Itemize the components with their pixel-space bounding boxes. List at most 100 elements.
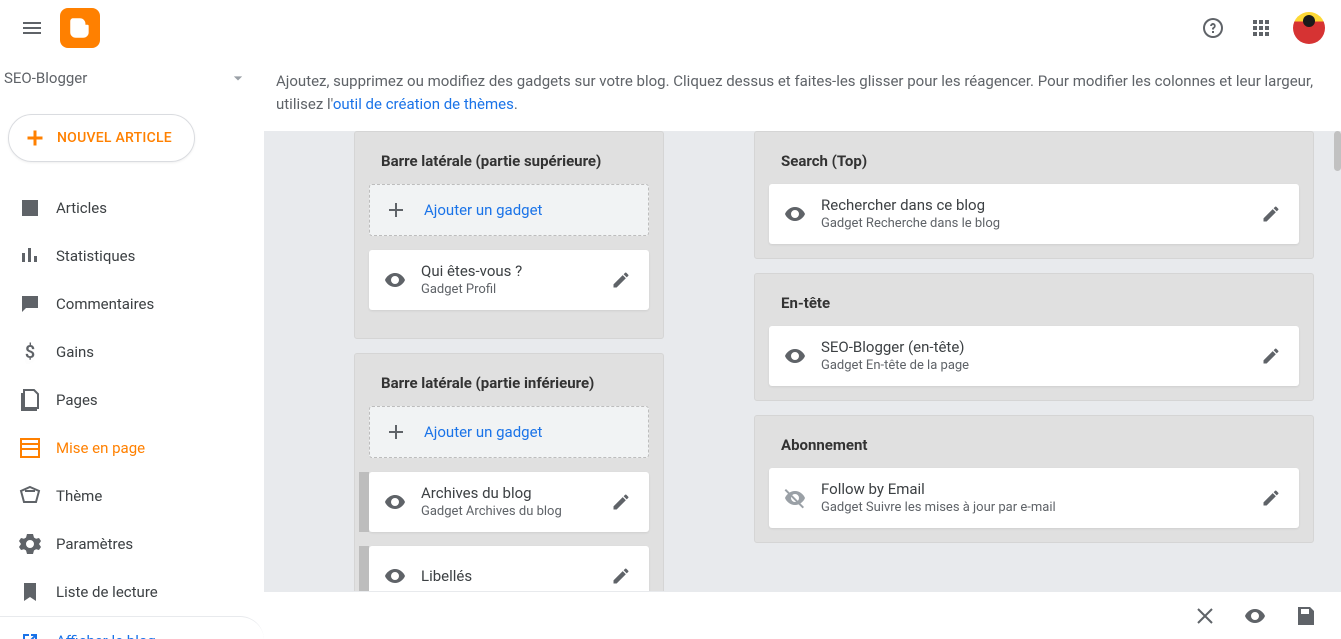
nav-label: Paramètres	[56, 535, 133, 553]
open-external-icon	[18, 629, 42, 639]
edit-gadget-button[interactable]	[603, 558, 639, 594]
nav-pages[interactable]: Pages	[0, 376, 264, 424]
visibility-icon	[383, 268, 407, 292]
nav-stats[interactable]: Statistiques	[0, 232, 264, 280]
blogger-logo-icon	[67, 15, 93, 41]
edit-gadget-button[interactable]	[603, 262, 639, 298]
dollar-icon: $	[18, 340, 42, 364]
gadget-title: SEO-Blogger (en-tête)	[821, 338, 1253, 356]
gadget-search[interactable]: Rechercher dans ce blog Gadget Recherche…	[769, 184, 1299, 244]
nav-earnings[interactable]: $ Gains	[0, 328, 264, 376]
nav-layout[interactable]: Mise en page	[0, 424, 264, 472]
gadget-subtitle: Gadget Archives du blog	[421, 504, 603, 519]
nav-label: Liste de lecture	[56, 583, 158, 601]
main: Ajoutez, supprimez ou modifiez des gadge…	[264, 56, 1341, 639]
chevron-down-icon	[228, 68, 248, 88]
nav: Articles Statistiques Commentaires $ Gai…	[0, 184, 264, 639]
user-avatar[interactable]	[1293, 12, 1325, 44]
nav-label: Afficher le blog	[56, 632, 156, 639]
edit-gadget-button[interactable]	[603, 484, 639, 520]
edit-gadget-button[interactable]	[1253, 196, 1289, 232]
pencil-icon	[611, 492, 631, 512]
plus-icon	[23, 126, 47, 150]
save-button[interactable]	[1283, 594, 1327, 638]
help-icon	[1201, 16, 1225, 40]
nav-label: Commentaires	[56, 295, 154, 313]
svg-text:$: $	[25, 342, 35, 363]
nav-theme[interactable]: Thème	[0, 472, 264, 520]
edit-gadget-button[interactable]	[1253, 338, 1289, 374]
gadget-title: Follow by Email	[821, 480, 1253, 498]
gadget-profile[interactable]: Qui êtes-vous ? Gadget Profil	[369, 250, 649, 310]
preview-button[interactable]	[1233, 594, 1277, 638]
articles-icon	[18, 196, 42, 220]
bookmark-icon	[18, 580, 42, 604]
add-gadget-button[interactable]: Ajouter un gadget	[369, 406, 649, 458]
new-post-button[interactable]: NOUVEL ARTICLE	[8, 114, 195, 162]
visibility-icon	[783, 202, 807, 226]
nav-label: Mise en page	[56, 439, 145, 457]
section-search-top: Search (Top) Rechercher dans ce blog Gad…	[754, 131, 1314, 259]
pages-icon	[18, 388, 42, 412]
gadget-archives[interactable]: Archives du blog Gadget Archives du blog	[369, 472, 649, 532]
gadget-title: Archives du blog	[421, 484, 603, 502]
intro-after: .	[514, 95, 518, 113]
blogger-logo[interactable]	[60, 8, 100, 48]
nav-settings[interactable]: Paramètres	[0, 520, 264, 568]
section-sidebar-top: Barre latérale (partie supérieure) Ajout…	[354, 131, 664, 339]
apps-icon	[1249, 16, 1273, 40]
comments-icon	[18, 292, 42, 316]
gear-icon	[18, 532, 42, 556]
gadget-follow-email[interactable]: Follow by Email Gadget Suivre les mises …	[769, 468, 1299, 528]
plus-icon	[384, 420, 408, 444]
plus-icon	[384, 198, 408, 222]
section-title: En-tête	[769, 290, 1299, 326]
section-title: Search (Top)	[769, 148, 1299, 184]
scrollbar[interactable]	[1334, 131, 1341, 171]
save-icon	[1293, 604, 1317, 628]
gadget-title: Qui êtes-vous ?	[421, 262, 603, 280]
gadget-subtitle: Gadget Profil	[421, 282, 603, 297]
nav-comments[interactable]: Commentaires	[0, 280, 264, 328]
intro-text: Ajoutez, supprimez ou modifiez des gadge…	[264, 56, 1341, 131]
gadget-title: Rechercher dans ce blog	[821, 196, 1253, 214]
add-gadget-label: Ajouter un gadget	[424, 423, 542, 441]
nav-reading[interactable]: Liste de lecture	[0, 568, 264, 616]
cancel-button[interactable]	[1183, 594, 1227, 638]
sidebar: SEO-Blogger NOUVEL ARTICLE Articles Stat…	[0, 56, 264, 639]
gadget-subtitle: Gadget Suivre les mises à jour par e-mai…	[821, 500, 1253, 515]
visibility-icon	[383, 490, 407, 514]
blog-name: SEO-Blogger	[4, 69, 228, 87]
gadget-title: Libellés	[421, 567, 603, 585]
theme-designer-link[interactable]: outil de création de thèmes	[333, 95, 514, 113]
section-title: Abonnement	[769, 432, 1299, 468]
visibility-icon	[383, 564, 407, 588]
edit-gadget-button[interactable]	[1253, 480, 1289, 516]
gadget-header[interactable]: SEO-Blogger (en-tête) Gadget En-tête de …	[769, 326, 1299, 386]
topbar	[0, 0, 1341, 56]
add-gadget-label: Ajouter un gadget	[424, 201, 542, 219]
visibility-off-icon	[783, 486, 807, 510]
nav-label: Statistiques	[56, 247, 135, 265]
nav-articles[interactable]: Articles	[0, 184, 264, 232]
nav-label: Pages	[56, 391, 98, 409]
close-icon	[1193, 604, 1217, 628]
menu-icon	[20, 16, 44, 40]
layout-icon	[18, 436, 42, 460]
nav-label: Articles	[56, 199, 107, 217]
pencil-icon	[611, 270, 631, 290]
section-title: Barre latérale (partie supérieure)	[369, 148, 649, 184]
visibility-icon	[1243, 604, 1267, 628]
apps-button[interactable]	[1237, 4, 1285, 52]
gadget-subtitle: Gadget En-tête de la page	[821, 358, 1253, 373]
section-subscribe: Abonnement Follow by Email Gadget Suivre…	[754, 415, 1314, 543]
gadget-subtitle: Gadget Recherche dans le blog	[821, 216, 1253, 231]
nav-view-blog[interactable]: Afficher le blog	[0, 616, 264, 639]
help-button[interactable]	[1189, 4, 1237, 52]
menu-button[interactable]	[8, 4, 56, 52]
layout-area[interactable]: Barre latérale (partie supérieure) Ajout…	[264, 131, 1341, 639]
add-gadget-button[interactable]: Ajouter un gadget	[369, 184, 649, 236]
blog-selector[interactable]: SEO-Blogger	[0, 56, 264, 100]
pencil-icon	[1261, 346, 1281, 366]
nav-label: Gains	[56, 343, 94, 361]
